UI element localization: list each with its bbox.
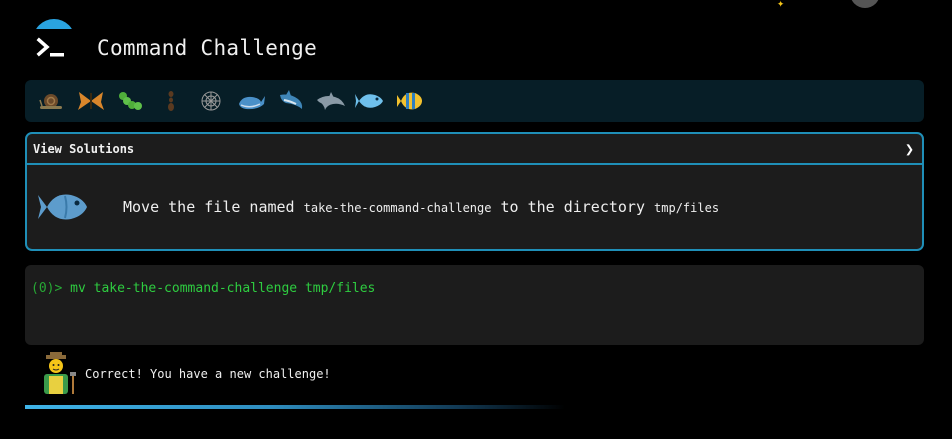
ant-icon[interactable] (151, 83, 191, 119)
sparkle-icon: ✦ (777, 0, 785, 10)
tropical-fish-icon[interactable] (391, 83, 431, 119)
user-avatar-circle[interactable] (850, 0, 880, 8)
blue-fish-icon[interactable] (351, 83, 391, 119)
snail-icon[interactable] (31, 83, 71, 119)
feedback-message: Correct! You have a new challenge! (85, 367, 331, 381)
feedback-area: Correct! You have a new challenge! (35, 352, 331, 396)
terminal-prompt: (0)> (31, 281, 63, 296)
challenge-text-middle: to the directory (500, 198, 646, 216)
challenge-panel: View Solutions ❯ Move the file named tak… (25, 132, 924, 251)
level-selector (25, 80, 924, 122)
app-header: Command Challenge (33, 30, 317, 66)
terminal-line[interactable]: (0)> mv take-the-command-challenge tmp/f… (31, 281, 918, 296)
shark-icon[interactable] (271, 83, 311, 119)
dolphin-icon[interactable] (311, 83, 351, 119)
challenge-body: Move the file named take-the-command-cha… (27, 165, 922, 249)
terminal[interactable]: (0)> mv take-the-command-challenge tmp/f… (25, 265, 924, 345)
view-solutions-label[interactable]: View Solutions (33, 142, 134, 156)
terminal-logo-icon[interactable] (33, 32, 71, 64)
whale-icon[interactable] (231, 83, 271, 119)
challenge-dir-name: tmp/files (654, 201, 720, 215)
app-title: Command Challenge (97, 36, 318, 60)
view-solutions-toggle[interactable]: View Solutions ❯ (27, 134, 922, 165)
progress-bar (25, 405, 565, 409)
challenge-file-name: take-the-command-challenge (303, 201, 492, 215)
butterfly-icon[interactable] (71, 83, 111, 119)
caterpillar-icon[interactable] (111, 83, 151, 119)
challenge-description: Move the file named take-the-command-cha… (123, 198, 719, 216)
spider-web-icon[interactable] (191, 83, 231, 119)
challenge-text-prefix: Move the file named (123, 198, 295, 216)
blue-fish-icon (38, 194, 87, 220)
terminal-command[interactable]: mv take-the-command-challenge tmp/files (70, 281, 375, 296)
top-decoration: ✦ (0, 0, 952, 29)
chevron-right-icon[interactable]: ❯ (905, 140, 914, 158)
farmer-avatar-icon (44, 352, 76, 394)
